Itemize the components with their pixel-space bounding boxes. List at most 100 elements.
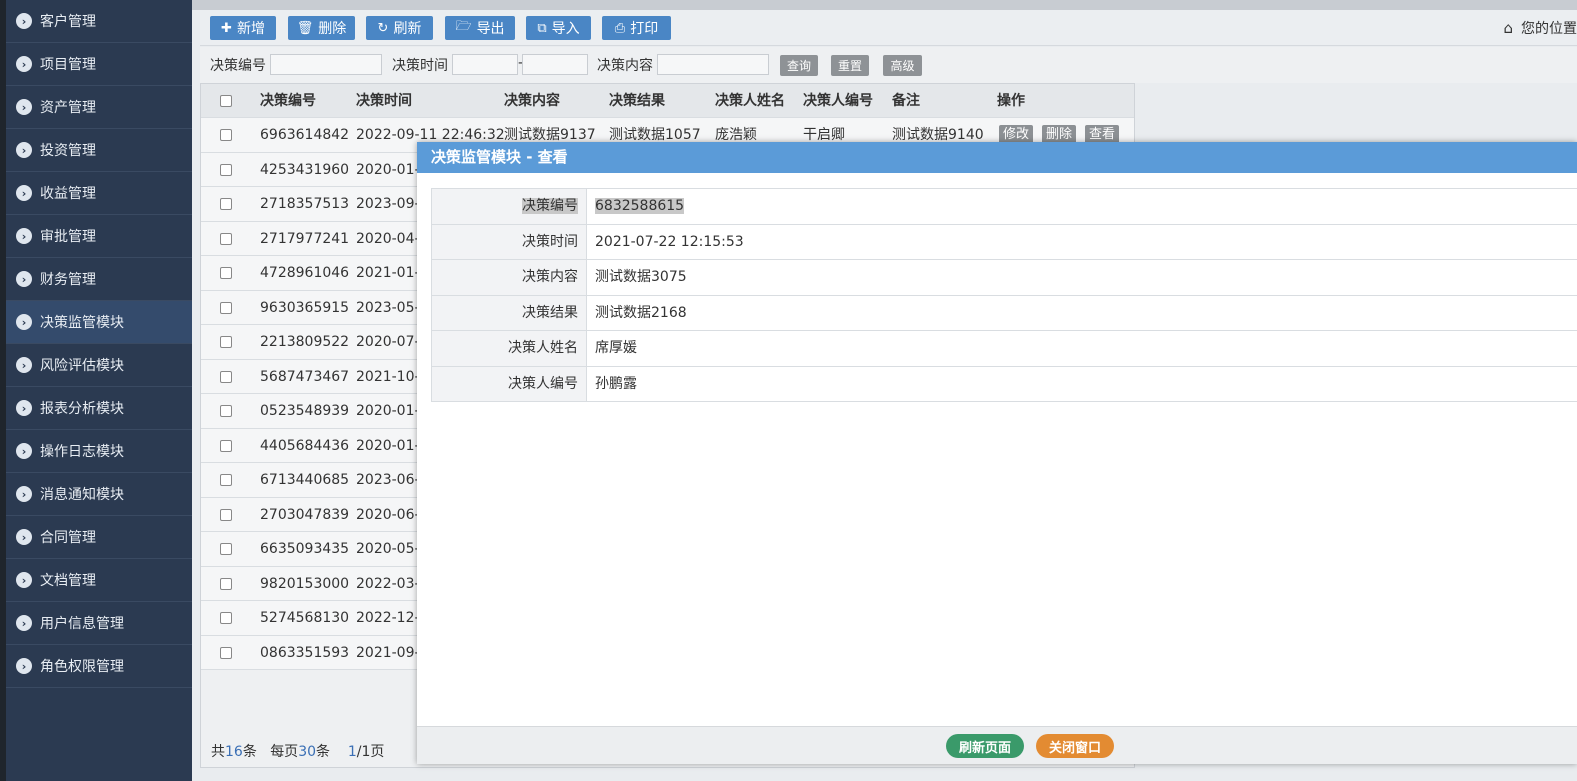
view-dialog: 决策监管模块 - 查看 决策编号 6832588615 决策时间 2021-07-22… (417, 142, 1577, 764)
reset-button[interactable]: 重置 (831, 55, 869, 76)
row-checkbox[interactable] (220, 474, 232, 486)
top-strip (192, 0, 1577, 10)
advanced-button[interactable]: 高级 (883, 55, 922, 76)
chevron-circle-right-icon: › (16, 99, 32, 115)
refresh-button[interactable]: ↻ 刷新 (366, 16, 433, 40)
detail-row: 决策时间 2021-07-22 12:15:53 (432, 224, 1577, 260)
sidebar-item[interactable]: › 收益管理 (6, 172, 192, 215)
pager-current-page[interactable]: 1 (348, 744, 357, 760)
import-button[interactable]: ⧉ 导入 (526, 16, 591, 40)
query-button[interactable]: 查询 (780, 55, 818, 76)
row-checkbox[interactable] (220, 646, 232, 659)
table-cell: 6713440685 (260, 472, 350, 488)
detail-row: 决策编号 6832588615 (432, 189, 1577, 225)
refresh-icon: ↻ (377, 20, 389, 36)
row-checkbox[interactable] (220, 198, 232, 210)
sidebar-item[interactable]: › 决策监管模块 (6, 301, 192, 344)
row-checkbox[interactable] (220, 301, 232, 314)
sidebar-item[interactable]: › 用户信息管理 (6, 602, 192, 645)
chevron-circle-right-icon: › (16, 357, 32, 373)
table-cell: 2718357513 (260, 196, 350, 212)
row-checkbox[interactable] (220, 336, 232, 348)
chevron-circle-right-icon: › (16, 314, 32, 330)
detail-value: 6832588615 (587, 189, 1577, 224)
table-cell: 6635093435 (260, 541, 350, 557)
chevron-circle-right-icon: › (16, 529, 32, 545)
row-checkbox[interactable] (220, 232, 232, 245)
sidebar-item-label: 项目管理 (40, 57, 96, 73)
close-window-button[interactable]: 关闭窗口 (1036, 734, 1114, 758)
column-header[interactable]: 决策结果 (609, 84, 665, 118)
detail-value: 席厚媛 (587, 331, 1577, 366)
row-checkbox[interactable] (220, 267, 232, 279)
time-end-input[interactable] (522, 54, 588, 75)
sidebar-item[interactable]: › 操作日志模块 (6, 430, 192, 473)
column-header[interactable]: 操作 (997, 84, 1025, 118)
pager: 共16条 每页30条 1/1页 (211, 741, 384, 761)
print-button[interactable]: ⎙ 打印 (602, 16, 671, 40)
time-start-input[interactable] (452, 54, 518, 75)
detail-row: 决策内容 测试数据3075 (432, 260, 1577, 296)
add-button[interactable]: ✚ 新增 (210, 16, 276, 40)
row-checkbox[interactable] (220, 370, 232, 383)
row-checkbox[interactable] (220, 612, 232, 624)
column-header[interactable]: 决策人编号 (803, 84, 873, 118)
sidebar-item-label: 风险评估模块 (40, 358, 124, 374)
sidebar-item-label: 文档管理 (40, 573, 96, 589)
detail-label-text: 决策结果 (522, 304, 578, 321)
sidebar-item[interactable]: › 报表分析模块 (6, 387, 192, 430)
row-checkbox[interactable] (220, 543, 232, 555)
row-checkbox[interactable] (220, 439, 232, 452)
export-button[interactable]: 🗁 导出 (445, 16, 515, 40)
sidebar: › 客户管理 › 项目管理 › 资产管理 › 投资管理 › 收益管理 › 审批管理 › 财务管理 › 决策监管… (6, 0, 192, 781)
code-input[interactable] (270, 54, 382, 75)
sidebar-item[interactable]: › 风险评估模块 (6, 344, 192, 387)
detail-row: 决策结果 测试数据2168 (432, 295, 1577, 331)
select-all-checkbox[interactable] (220, 95, 232, 107)
table-cell: 0863351593 (260, 644, 350, 661)
sidebar-item[interactable]: › 文档管理 (6, 559, 192, 602)
detail-label-text: 决策时间 (522, 233, 578, 250)
row-checkbox[interactable] (220, 577, 232, 590)
refresh-page-button[interactable]: 刷新页面 (946, 734, 1024, 758)
sidebar-item[interactable]: › 角色权限管理 (6, 645, 192, 688)
plus-icon: ✚ (221, 20, 232, 36)
table-cell: 6963614842 (260, 127, 350, 143)
content-input[interactable] (657, 54, 769, 75)
column-header[interactable]: 决策时间 (356, 84, 412, 118)
sidebar-item[interactable]: › 资产管理 (6, 86, 192, 129)
home-icon: ⌂ (1503, 19, 1513, 37)
detail-label-text: 决策编号 (522, 198, 578, 214)
row-checkbox[interactable] (220, 163, 232, 176)
column-header[interactable]: 备注 (892, 84, 920, 118)
column-header[interactable]: 决策人姓名 (715, 84, 785, 118)
detail-value: 2021-07-22 12:15:53 (587, 225, 1577, 260)
pager-total-suffix: 条 (242, 744, 257, 760)
row-checkbox[interactable] (220, 508, 232, 521)
column-header[interactable]: 决策编号 (260, 84, 316, 118)
sidebar-item[interactable]: › 项目管理 (6, 43, 192, 86)
detail-value-text: 孙鹏露 (595, 375, 637, 392)
detail-value-text: 测试数据2168 (595, 304, 687, 321)
detail-value-text: 2021-07-22 12:15:53 (595, 233, 744, 250)
sidebar-item[interactable]: › 审批管理 (6, 215, 192, 258)
location-label: 您的位置 (1521, 21, 1577, 37)
delete-button[interactable]: 🗑 删除 (288, 16, 355, 40)
sidebar-item[interactable]: › 合同管理 (6, 516, 192, 559)
detail-row: 决策人编号 孙鹏露 (432, 366, 1577, 402)
pager-per-prefix: 每页 (270, 744, 299, 760)
sidebar-item[interactable]: › 客户管理 (6, 0, 192, 43)
sidebar-item[interactable]: › 消息通知模块 (6, 473, 192, 516)
row-checkbox[interactable] (220, 405, 232, 417)
table-cell: 0523548939 (260, 403, 350, 419)
dialog-title[interactable]: 决策监管模块 - 查看 (417, 142, 1577, 173)
code-label: 决策编号 (210, 58, 266, 74)
column-header[interactable]: 决策内容 (504, 84, 560, 118)
row-checkbox[interactable] (220, 129, 232, 141)
export-label: 导出 (476, 21, 505, 37)
detail-value-text: 测试数据3075 (595, 269, 687, 285)
sidebar-item[interactable]: › 财务管理 (6, 258, 192, 301)
chevron-circle-right-icon: › (16, 271, 32, 287)
pager-per: 30 (298, 744, 317, 760)
sidebar-item[interactable]: › 投资管理 (6, 129, 192, 172)
